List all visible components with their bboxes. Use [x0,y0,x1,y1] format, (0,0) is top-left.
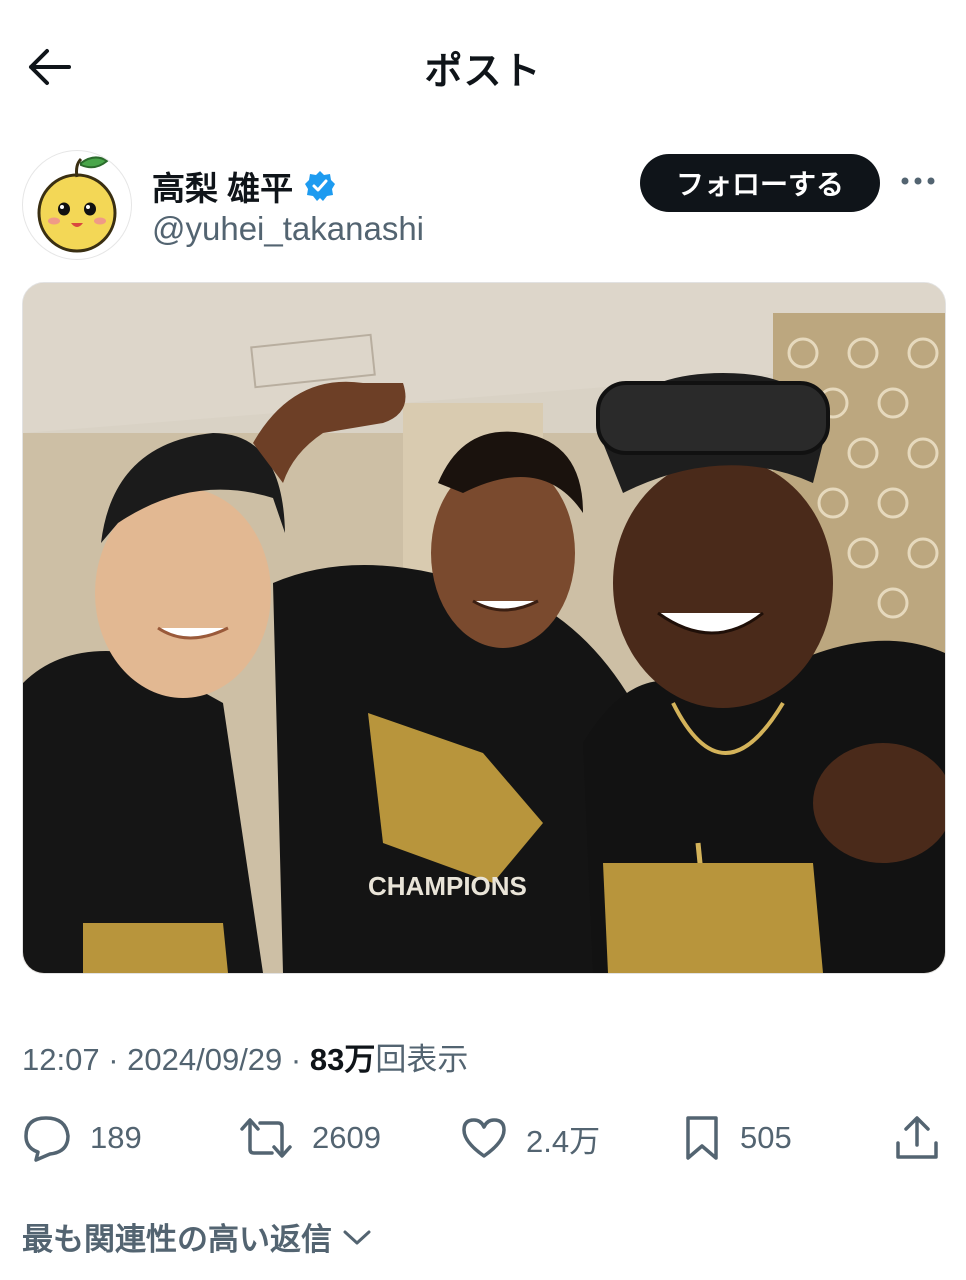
author-handle[interactable]: @yuhei_takanashi [152,210,424,248]
more-button[interactable] [898,166,938,196]
bookmark-button[interactable]: 505 [682,1108,792,1168]
page-title: ポスト [424,51,542,93]
share-button[interactable] [894,1108,940,1168]
meta-separator: · [99,1042,128,1077]
reply-count: 189 [90,1120,142,1155]
meta-separator-2: · [282,1042,310,1077]
replies-sort-label: 最も関連性の高い返信 [22,1222,332,1257]
verified-badge-icon [305,171,336,201]
post-time[interactable]: 12:07 [22,1042,100,1077]
avatar[interactable] [22,150,132,260]
follow-button[interactable]: フォローする [640,154,880,212]
repost-button[interactable]: 2609 [238,1108,381,1168]
bookmark-count: 505 [740,1120,792,1155]
top-bar: ポスト [0,0,966,130]
yellow-fruit-mascot-avatar [37,156,117,253]
bookmark-icon [686,1116,718,1160]
view-suffix: 回表示 [375,1042,469,1077]
post-date[interactable]: 2024/09/29 [127,1042,282,1077]
author-name-row: 高梨 雄平 [152,162,337,210]
replies-sort-toggle[interactable]: 最も関連性の高い返信 [22,1214,372,1259]
action-bar: 189 2609 2.4万 505 [22,1108,944,1168]
share-upload-icon [896,1116,938,1159]
post-meta: 12:07 · 2024/09/29 · 83万回表示 [22,1034,468,1079]
photo-three-players-celebrating: CHAMPIONS [23,283,945,973]
post-author: 高梨 雄平 @yuhei_takanashi フォローする [22,150,946,260]
post-photo[interactable]: CHAMPIONS [22,282,946,974]
repost-icon [240,1118,292,1158]
heart-icon [462,1118,506,1158]
shirt-champions-text: CHAMPIONS [368,871,527,901]
like-button[interactable]: 2.4万 [460,1108,600,1168]
chevron-down-icon [343,1230,371,1244]
reply-bubble-icon [24,1116,70,1162]
repost-count: 2609 [312,1120,381,1155]
author-name[interactable]: 高梨 雄平 [152,162,293,210]
more-dots-icon [901,177,935,185]
reply-button[interactable]: 189 [22,1108,142,1168]
view-count: 83万 [309,1042,376,1077]
like-count: 2.4万 [526,1123,601,1159]
